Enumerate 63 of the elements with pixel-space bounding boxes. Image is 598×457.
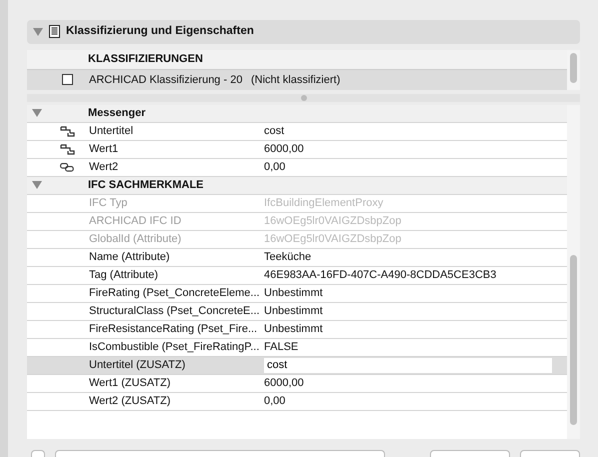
property-name: FireResistanceRating (Pset_Fire...: [88, 322, 258, 338]
link-icon: [60, 144, 74, 155]
property-name: Untertitel: [88, 124, 134, 140]
document-icon: [49, 25, 60, 38]
group-title: Messenger: [88, 106, 146, 122]
property-name: ARCHICAD IFC ID: [88, 214, 182, 230]
group-title: IFC SACHMERKMALE: [88, 178, 204, 194]
property-row[interactable]: Name (Attribute) Teeküche: [27, 248, 567, 267]
disclosure-triangle-icon[interactable]: [33, 28, 43, 36]
property-row[interactable]: FireRating (Pset_ConcreteEleme... Unbestimmt: [27, 284, 567, 303]
splitter-grip-icon[interactable]: [300, 94, 306, 101]
splitter-bar[interactable]: [27, 94, 580, 102]
panel-header[interactable]: Klassifizierung und Eigenschaften: [27, 20, 580, 44]
chain-icon: [60, 162, 74, 172]
property-name: StructuralClass (Pset_ConcreteE...: [88, 304, 261, 320]
property-value: Unbestimmt: [264, 305, 323, 318]
property-row[interactable]: Untertitel (ZUSATZ) cost: [27, 356, 567, 375]
property-value: Unbestimmt: [264, 323, 323, 336]
property-value: 46E983AA-16FD-407C-A490-8CDDA5CE3CB3: [264, 269, 496, 282]
property-name: Wert1 (ZUSATZ): [88, 376, 172, 392]
value-field[interactable]: cost: [264, 358, 552, 373]
footer-button[interactable]: [31, 450, 45, 457]
checkbox[interactable]: [62, 74, 72, 86]
property-row[interactable]: StructuralClass (Pset_ConcreteE... Unbestimmt: [27, 302, 567, 321]
property-value: 16wOEg5lr0VAIGZDsbpZop: [264, 233, 402, 246]
property-name: FireRating (Pset_ConcreteEleme...: [88, 286, 261, 302]
footer-button[interactable]: [520, 450, 580, 457]
property-value: 0,00: [264, 161, 286, 174]
classification-value: (Nicht klassifiziert): [251, 72, 342, 88]
property-name: IsCombustible (Pset_FireRatingP...: [88, 340, 260, 356]
footer-button[interactable]: [55, 450, 385, 457]
property-name: Wert2 (ZUSATZ): [88, 394, 172, 410]
property-row[interactable]: Wert1 (ZUSATZ) 6000,00: [27, 374, 567, 393]
property-name: Untertitel (ZUSATZ): [88, 358, 186, 374]
property-name: Wert2: [88, 160, 120, 176]
property-value: Teeküche: [264, 251, 312, 264]
property-value: 6000,00: [264, 143, 304, 156]
property-name: Tag (Attribute): [88, 268, 160, 284]
panel-title: Klassifizierung und Eigenschaften: [66, 24, 254, 40]
property-row[interactable]: Wert2 (ZUSATZ) 0,00: [27, 392, 567, 411]
column-heading: KLASSIFIZIERUNGEN: [27, 50, 567, 70]
scrollbar-thumb[interactable]: [570, 254, 577, 425]
property-row[interactable]: Tag (Attribute) 46E983AA-16FD-407C-A490-8CDDA5CE3CB3: [27, 266, 567, 285]
property-value: IfcBuildingElementProxy: [264, 197, 384, 210]
property-value: 16wOEg5lr0VAIGZDsbpZop: [264, 215, 402, 228]
disclosure-triangle-icon[interactable]: [32, 181, 42, 190]
property-value: 6000,00: [264, 377, 304, 390]
footer-button[interactable]: [430, 450, 510, 457]
property-row[interactable]: Untertitel cost: [27, 122, 567, 141]
property-name: Wert1: [88, 142, 120, 158]
scrollbar-thumb[interactable]: [570, 52, 577, 83]
disclosure-triangle-icon[interactable]: [32, 109, 42, 118]
property-name: IFC Typ: [88, 196, 128, 212]
classification-name: ARCHICAD Klassifizierung - 20: [88, 72, 244, 88]
property-value: 0,00: [264, 395, 286, 408]
property-value: cost: [264, 125, 284, 138]
property-value: Unbestimmt: [264, 287, 323, 300]
property-name: GlobalId (Attribute): [88, 232, 182, 248]
link-icon: [60, 126, 74, 137]
property-name: Name (Attribute): [88, 250, 171, 266]
property-row[interactable]: Wert1 6000,00: [27, 140, 567, 159]
property-value: FALSE: [264, 341, 298, 354]
property-row[interactable]: FireResistanceRating (Pset_Fire... Unbestimmt: [27, 320, 567, 339]
